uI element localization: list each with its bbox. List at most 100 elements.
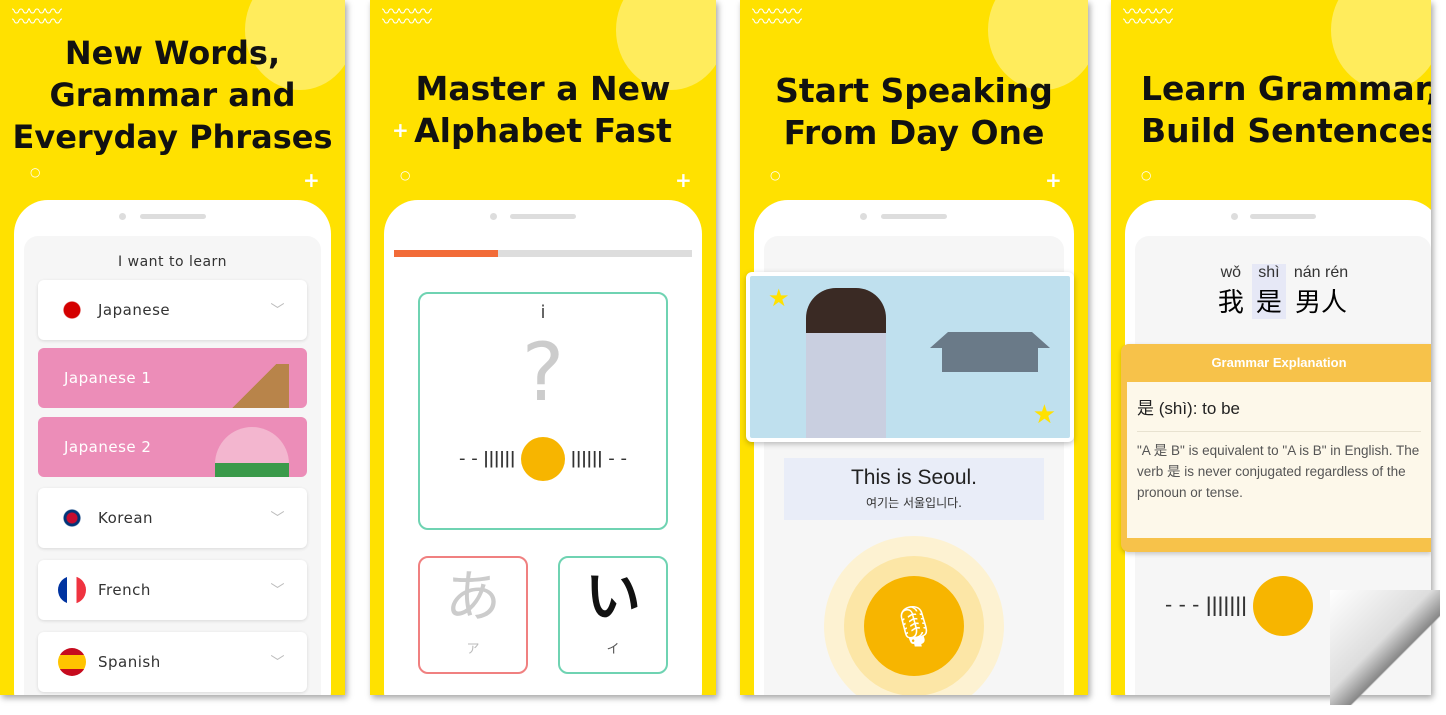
hanzi: 我 <box>1217 287 1244 317</box>
woman-photo <box>806 288 886 438</box>
word-token-selected[interactable]: shì 是 <box>1251 264 1286 319</box>
course-item-japanese-1[interactable]: Japanese 1 <box>38 348 307 408</box>
star-icon: ★ <box>768 284 790 312</box>
plus-decoration: + <box>303 168 320 192</box>
wave-decoration: 〰〰〰 〰〰〰 <box>752 2 802 33</box>
korea-flag-icon <box>58 504 86 532</box>
speaker <box>1250 214 1316 219</box>
speaker <box>510 214 576 219</box>
progress-bar <box>394 250 692 257</box>
course-label: Japanese 1 <box>64 369 152 387</box>
language-item-spanish[interactable]: Spanish ﹀ <box>38 632 307 692</box>
language-item-korean[interactable]: Korean ﹀ <box>38 488 307 548</box>
choice-wrong[interactable]: あ ア <box>418 556 528 674</box>
spain-flag-icon <box>58 648 86 676</box>
circle-decoration: ○ <box>400 168 411 182</box>
explanation-text: "A 是 B" is equivalent to "A is B" in Eng… <box>1137 443 1420 500</box>
palace-illustration <box>930 332 1050 372</box>
language-item-japanese[interactable]: Japanese ﹀ <box>38 280 307 340</box>
camera-dot <box>1231 213 1238 220</box>
fan-illustration <box>215 427 289 477</box>
pagoda-mountain-illustration <box>219 364 289 408</box>
phone-frame: i ? - - ǀǀǀǀǀǀ ǀǀǀǀǀǀ - - あ ア い イ <box>384 200 702 695</box>
popup-body: 是 (shì): to be "A 是 B" is equivalent to … <box>1127 382 1431 538</box>
word-token[interactable]: wǒ 我 <box>1218 264 1244 319</box>
language-label: Spanish <box>98 653 161 671</box>
panel-title: New Words, Grammar and Everyday Phrases <box>0 32 345 158</box>
page-curl <box>1330 590 1440 705</box>
title-line: Master a New <box>415 69 671 108</box>
prompt-label: I want to learn <box>118 254 227 270</box>
choice-katakana: イ <box>606 642 620 657</box>
wave-decoration: 〰〰〰 〰〰〰 <box>1123 2 1173 33</box>
hanzi: 是 <box>1255 287 1282 317</box>
wave-decoration: 〰〰〰 〰〰〰 <box>382 2 432 33</box>
grammar-popup: Grammar Explanation 是 (shì): to be "A 是 … <box>1121 344 1431 552</box>
audio-waveform-mascot[interactable]: - - ǀǀǀǀǀǀ ǀǀǀǀǀǀ - - <box>420 437 666 481</box>
plus-decoration: + <box>392 118 409 142</box>
choice-kana: あ <box>445 565 501 630</box>
chevron-down-icon: ﹀ <box>270 511 285 527</box>
choice-kana: い <box>585 565 641 630</box>
question-mark: ? <box>521 326 565 419</box>
pinyin: shì <box>1258 264 1280 281</box>
translation-text: 여기는 서울입니다. <box>866 496 962 510</box>
sentence-text: This is Seoul. <box>850 466 978 489</box>
romaji-label: i <box>540 302 546 323</box>
title-line: Alphabet Fast <box>414 111 672 150</box>
audio-waveform-mascot[interactable]: - - - ǀǀǀǀǀǀǀ <box>1165 576 1314 636</box>
choice-katakana: ア <box>466 642 480 657</box>
plus-decoration: + <box>675 168 692 192</box>
camera-dot <box>490 213 497 220</box>
seoul-illustration: ★ ★ <box>746 272 1074 442</box>
panel-title: Master a New Alphabet Fast <box>370 68 716 152</box>
course-item-japanese-2[interactable]: Japanese 2 <box>38 417 307 477</box>
france-flag-icon <box>58 576 86 604</box>
title-line: Learn Grammar, <box>1141 69 1431 108</box>
speaker <box>139 214 206 219</box>
course-label: Japanese 2 <box>64 438 152 456</box>
language-label: Korean <box>98 509 154 527</box>
word-token[interactable]: nán rén 男人 <box>1294 264 1348 319</box>
question-card: i ? - - ǀǀǀǀǀǀ ǀǀǀǀǀǀ - - <box>418 292 668 530</box>
wave-decoration: 〰〰〰 〰〰〰 <box>12 2 62 33</box>
camera-dot <box>860 213 867 220</box>
microphone-button[interactable]: 🎙 <box>864 576 964 676</box>
title-line: Grammar and <box>49 76 296 114</box>
hanzi: 男人 <box>1295 287 1348 317</box>
microphone-icon: 🎙 <box>888 603 940 650</box>
deer-mascot-icon <box>521 437 565 481</box>
language-label: French <box>98 581 151 599</box>
chevron-down-icon: ﹀ <box>270 655 285 671</box>
star-icon: ★ <box>1032 400 1056 430</box>
popup-title: Grammar Explanation <box>1211 355 1347 370</box>
chevron-down-icon: ﹀ <box>270 303 285 319</box>
title-line: Build Sentences <box>1141 111 1431 150</box>
circle-decoration: ○ <box>30 165 41 179</box>
sentence-bubble: This is Seoul. 여기는 서울입니다. <box>784 458 1044 520</box>
chevron-down-icon: ﹀ <box>270 583 285 599</box>
language-label: Japanese <box>98 301 171 319</box>
language-select-screen: I want to learn Japanese ﹀ Japanese 1 Jap… <box>24 236 321 695</box>
deer-mascot-icon <box>1253 576 1314 636</box>
camera-dot <box>119 213 126 220</box>
choice-correct[interactable]: い イ <box>558 556 668 674</box>
title-line: From Day One <box>783 113 1045 152</box>
phone-frame: I want to learn Japanese ﹀ Japanese 1 Jap… <box>14 200 331 695</box>
panel-title: Start Speaking From Day One <box>740 70 1088 154</box>
panel-alphabet: 〰〰〰 〰〰〰 Master a New Alphabet Fast + ○ + … <box>370 0 716 695</box>
circle-decoration: ○ <box>770 168 781 182</box>
title-line: Start Speaking <box>775 71 1053 110</box>
panel-title: Learn Grammar, Build Sentences <box>1141 68 1431 152</box>
language-item-french[interactable]: French ﹀ <box>38 560 307 620</box>
pinyin: wǒ <box>1220 264 1242 281</box>
title-line: Everyday Phrases <box>12 118 333 156</box>
circle-decoration: ○ <box>1141 168 1152 182</box>
definition-text: 是 (shì): to be <box>1137 394 1421 432</box>
title-line: New Words, <box>64 34 281 72</box>
panel-new-words: 〰〰〰 〰〰〰 New Words, Grammar and Everyday P… <box>0 0 345 695</box>
progress-fill <box>394 250 499 257</box>
alphabet-quiz-screen: i ? - - ǀǀǀǀǀǀ ǀǀǀǀǀǀ - - あ ア い イ <box>394 236 692 695</box>
speaker <box>881 214 947 219</box>
panel-speaking: 〰〰〰 〰〰〰 Start Speaking From Day One ○ + T… <box>740 0 1088 695</box>
